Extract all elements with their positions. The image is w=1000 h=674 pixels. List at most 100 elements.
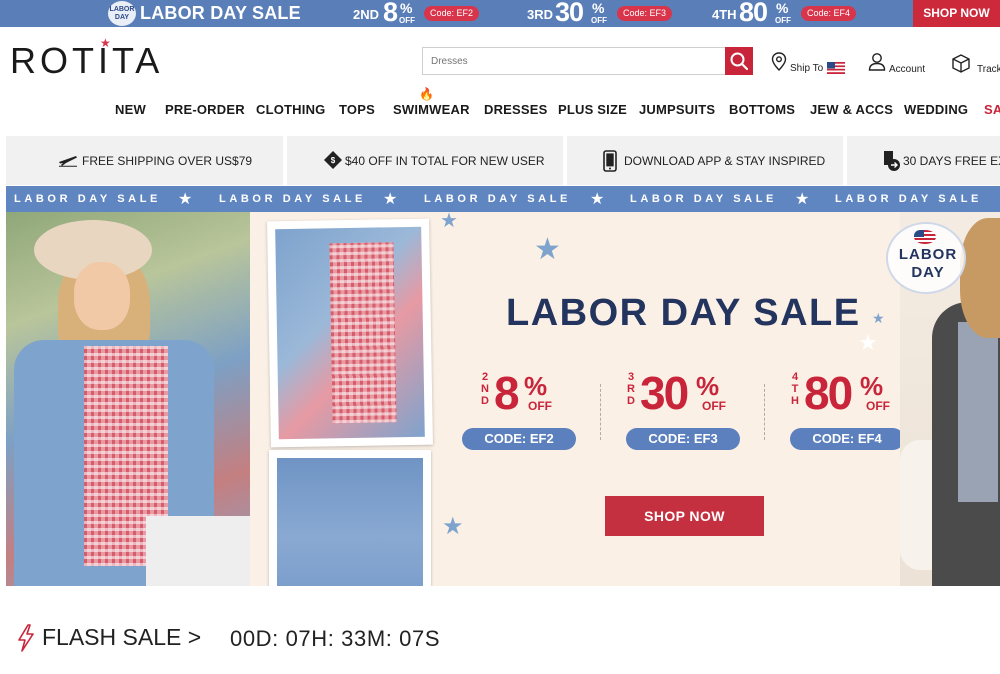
ticker-text: LABOR DAY SALE	[424, 193, 571, 205]
benefit-free-shipping[interactable]: FREE SHIPPING OVER US$79	[6, 136, 283, 185]
svg-text:$: $	[331, 156, 336, 165]
phone-icon	[603, 150, 617, 172]
promo-tier-code: Code: EF3	[617, 6, 673, 21]
promo-shop-now-button[interactable]: SHOP NOW	[913, 0, 1000, 27]
nav-item-bottoms[interactable]: BOTTOMS	[729, 102, 795, 117]
nav-item-tops[interactable]: TOPS	[339, 102, 375, 117]
promo-tier-code: Code: EF2	[424, 6, 480, 21]
lightning-icon	[18, 624, 34, 652]
benefit-free-exchange[interactable]: 30 DAYS FREE EXC	[847, 136, 1000, 185]
track-label[interactable]: Track	[977, 64, 1000, 75]
hero-tier-off: OFF	[528, 399, 552, 413]
ticker-star-icon: ★	[178, 191, 193, 208]
hero-tier-ordinal: 2	[481, 371, 489, 383]
hero-tier-ordinal: 4	[791, 371, 799, 383]
promo-title: LABOR DAY SALE	[140, 3, 301, 23]
search-button[interactable]	[725, 47, 753, 75]
ticker-text: LABOR DAY SALE	[14, 193, 161, 205]
benefit-new-user[interactable]: $ $40 OFF IN TOTAL FOR NEW USER	[287, 136, 563, 185]
benefit-free-exchange-text: 30 DAYS FREE EXC	[903, 154, 1000, 168]
benefits-bar: FREE SHIPPING OVER US$79 $ $40 OFF IN TO…	[0, 136, 1000, 185]
hero-banner[interactable]: ★ ★ ★ ★ ★ LABOR DAY SALE 2 N D 8 % OFF C…	[6, 212, 1000, 586]
hero-tier-ordinal: N	[481, 383, 489, 395]
hero-tier-off: OFF	[866, 399, 890, 413]
account-label[interactable]: Account	[889, 64, 925, 75]
hero-tier-ordinal: R	[627, 383, 635, 395]
nav-item-sale[interactable]: SA	[984, 102, 1000, 117]
nav-item-jumpsuits[interactable]: JUMPSUITS	[639, 102, 715, 117]
hero-tier-code: CODE: EF2	[462, 428, 576, 450]
labor-day-badge-icon: LABOR DAY	[108, 1, 136, 26]
hero-tier-ordinal: D	[627, 395, 635, 407]
product-detail-denim	[277, 458, 423, 586]
nav-item-plus-size[interactable]: PLUS SIZE	[558, 102, 627, 117]
nav-item-new[interactable]: NEW	[115, 102, 146, 117]
benefit-free-shipping-text: FREE SHIPPING OVER US$79	[82, 154, 253, 168]
ticker-star-icon: ★	[590, 191, 605, 208]
promo-tier-percent-sign: %	[592, 0, 605, 16]
search-input[interactable]	[423, 48, 725, 74]
model-top	[958, 322, 998, 502]
promo-tier-off: OFF	[591, 16, 607, 25]
hero-tier-3rd: 3 R D 30 % OFF CODE: EF3	[626, 367, 756, 452]
hero-star-icon: ★	[534, 233, 561, 266]
promo-tier-ordinal: 4TH	[712, 7, 737, 22]
promo-tier-percent: 8	[383, 0, 398, 27]
product-detail-plaid	[328, 241, 397, 424]
hero-tier-divider	[764, 384, 765, 440]
promo-tier-percent: 80	[739, 0, 768, 27]
sale-ticker[interactable]: LABOR DAY SALE ★ LABOR DAY SALE ★ LABOR …	[6, 186, 1000, 212]
hero-tier-2nd: 2 N D 8 % OFF CODE: EF2	[462, 367, 610, 452]
promo-tier-ordinal: 2ND	[353, 7, 380, 22]
flash-sale-label[interactable]: FLASH SALE >	[42, 624, 201, 651]
product-detail-photo-bottom	[269, 450, 431, 586]
ticker-star-icon: ★	[383, 191, 398, 208]
promo-tier-percent-sign: %	[400, 0, 413, 16]
labor-day-badge: LABOR DAY	[886, 222, 966, 294]
hero-tier-off: OFF	[702, 399, 726, 413]
hero-tier-ordinal: H	[791, 395, 799, 407]
rotita-logo[interactable]: ROTITA	[10, 40, 163, 82]
flash-sale-countdown: 00D: 07H: 33M: 07S	[230, 626, 441, 651]
hero-star-icon: ★	[440, 212, 458, 232]
benefit-download-app-text: DOWNLOAD APP & STAY INSPIRED	[624, 154, 826, 168]
promo-tier-percent: 30	[555, 0, 584, 27]
flame-icon: 🔥	[419, 87, 435, 101]
hero-tier-percent-sign: %	[696, 371, 720, 401]
nav-item-clothing[interactable]: CLOTHING	[256, 102, 325, 117]
nav-item-pre-order[interactable]: PRE-ORDER	[165, 102, 245, 117]
ticker-star-icon: ★	[795, 191, 810, 208]
promo-badge-text: LABOR DAY	[109, 6, 135, 21]
hero-tier-ordinal: T	[791, 383, 799, 395]
product-detail-photo-top	[267, 218, 433, 448]
hero-star-icon: ★	[858, 330, 878, 355]
nav-item-jew-accs[interactable]: JEW & ACCS	[810, 102, 893, 117]
logo-star-icon: ★	[100, 36, 111, 50]
hero-shop-now-button[interactable]: SHOP NOW	[605, 496, 764, 536]
hero-tier-ordinal: D	[481, 395, 489, 407]
hero-tier-percent-sign: %	[860, 371, 884, 401]
model-face	[74, 262, 130, 330]
nav-item-swimwear[interactable]: 🔥 SWIMWEAR	[393, 87, 470, 117]
promo-tier-off: OFF	[399, 16, 415, 25]
hero-model-photo-left	[6, 212, 250, 586]
nav-item-dresses[interactable]: DRESSES	[484, 102, 548, 117]
airplane-icon	[59, 156, 77, 167]
account-icon[interactable]	[868, 52, 886, 72]
track-box-icon[interactable]	[950, 52, 972, 74]
promo-bar[interactable]: LABOR DAY LABOR DAY SALE 2ND 8 % OFF Cod…	[0, 0, 1000, 27]
benefit-new-user-text: $40 OFF IN TOTAL FOR NEW USER	[345, 154, 545, 168]
hero-tier-percent: 80	[804, 367, 853, 419]
labor-badge-line1: LABOR	[898, 246, 958, 263]
us-flag-icon[interactable]	[827, 62, 845, 74]
promo-tier-code: Code: EF4	[801, 6, 857, 21]
model-pants	[146, 516, 250, 586]
hero-tier-divider	[600, 384, 601, 440]
location-pin-icon[interactable]	[770, 52, 788, 72]
hero-star-icon: ★	[442, 513, 464, 540]
return-icon	[884, 151, 900, 171]
ship-to-label[interactable]: Ship To	[790, 63, 823, 74]
nav-item-wedding[interactable]: WEDDING	[904, 102, 968, 117]
labor-badge-line2: DAY	[911, 264, 945, 281]
benefit-download-app[interactable]: DOWNLOAD APP & STAY INSPIRED	[567, 136, 843, 185]
